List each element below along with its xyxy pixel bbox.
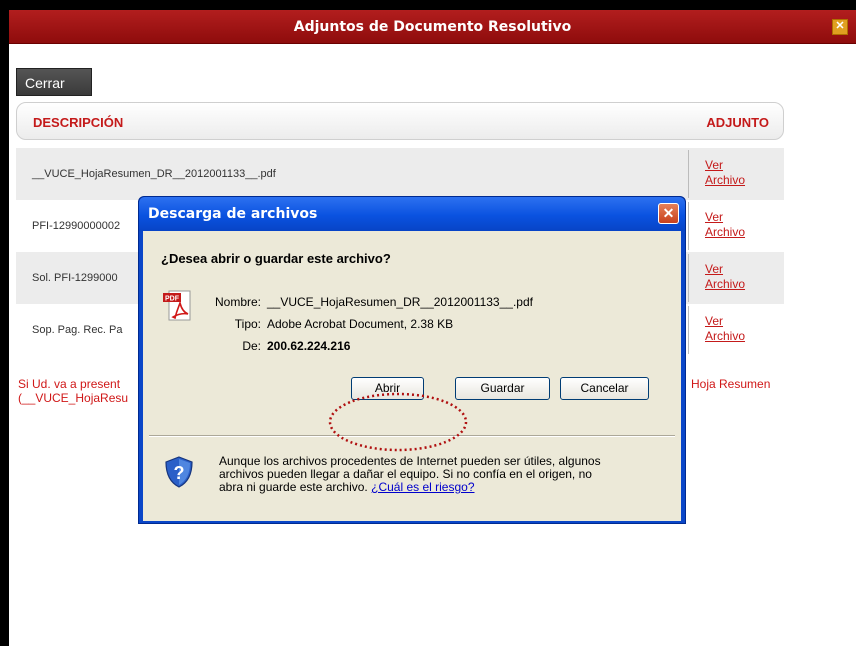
- column-divider: [688, 254, 689, 302]
- dialog-divider: [149, 435, 675, 437]
- file-source-value: 200.62.224.216: [267, 339, 351, 353]
- view-file-link[interactable]: Ver Archivo: [705, 158, 745, 188]
- file-name-value: __VUCE_HojaResumen_DR__2012001133__.pdf: [267, 295, 533, 309]
- column-header-description: DESCRIPCIÓN: [33, 115, 124, 130]
- open-button[interactable]: Abrir: [351, 377, 424, 400]
- file-source-row: De: 200.62.224.216: [201, 339, 350, 353]
- note-line-1-right: Hoja Resumen: [691, 377, 771, 391]
- grid-header: DESCRIPCIÓN ADJUNTO: [16, 102, 784, 140]
- view-file-link[interactable]: Ver Archivo: [705, 210, 745, 240]
- svg-text:?: ?: [174, 463, 185, 483]
- note-line-2: (__VUCE_HojaResu: [18, 391, 129, 405]
- file-type-label: Tipo:: [234, 317, 261, 331]
- column-divider: [688, 202, 689, 250]
- row-description: PFI-12990000002: [32, 220, 121, 232]
- dialog-titlebar[interactable]: Descarga de archivos ✕: [139, 197, 685, 231]
- download-dialog: Descarga de archivos ✕ ¿Desea abrir o gu…: [138, 196, 686, 524]
- pdf-file-icon: PDF: [163, 290, 191, 321]
- column-divider: [688, 306, 689, 354]
- view-file-link[interactable]: Ver Archivo: [705, 262, 745, 292]
- close-icon[interactable]: ✕: [832, 19, 848, 35]
- file-name-label: Nombre:: [214, 295, 261, 309]
- highlight-annotation: [328, 392, 468, 452]
- dialog-title: Descarga de archivos: [148, 206, 318, 222]
- column-divider: [688, 150, 689, 198]
- row-description: __VUCE_HojaResumen_DR__2012001133__.pdf: [32, 168, 276, 180]
- row-description: Sol. PFI-1299000: [32, 272, 118, 284]
- window-border-top: [0, 0, 856, 10]
- svg-text:PDF: PDF: [165, 296, 180, 303]
- security-warning-text: Aunque los archivos procedentes de Inter…: [219, 454, 601, 494]
- file-name-row: Nombre: __VUCE_HojaResumen_DR__2012001133…: [201, 295, 533, 309]
- table-row: __VUCE_HojaResumen_DR__2012001133__.pdf …: [16, 148, 784, 200]
- cancel-button[interactable]: Cancelar: [560, 377, 649, 400]
- row-description: Sop. Pag. Rec. Pa: [32, 324, 123, 336]
- dialog-body: ¿Desea abrir o guardar este archivo? PDF…: [143, 231, 681, 521]
- file-type-row: Tipo: Adobe Acrobat Document, 2.38 KB: [201, 317, 453, 331]
- file-source-label: De:: [242, 339, 261, 353]
- window-titlebar: Adjuntos de Documento Resolutivo ✕: [9, 10, 856, 44]
- column-header-attachment: ADJUNTO: [706, 115, 769, 130]
- dialog-close-icon[interactable]: ✕: [658, 203, 679, 224]
- window-border-left: [0, 0, 9, 646]
- view-file-link[interactable]: Ver Archivo: [705, 314, 745, 344]
- window-title: Adjuntos de Documento Resolutivo: [293, 19, 572, 35]
- risk-info-link[interactable]: ¿Cuál es el riesgo?: [371, 480, 474, 494]
- save-button[interactable]: Guardar: [455, 377, 550, 400]
- dialog-question: ¿Desea abrir o guardar este archivo?: [161, 251, 391, 266]
- file-type-value: Adobe Acrobat Document, 2.38 KB: [267, 317, 454, 331]
- security-shield-icon: ?: [165, 456, 193, 488]
- note-line-1: Si Ud. va a present: [18, 377, 121, 391]
- close-button[interactable]: Cerrar: [16, 68, 92, 96]
